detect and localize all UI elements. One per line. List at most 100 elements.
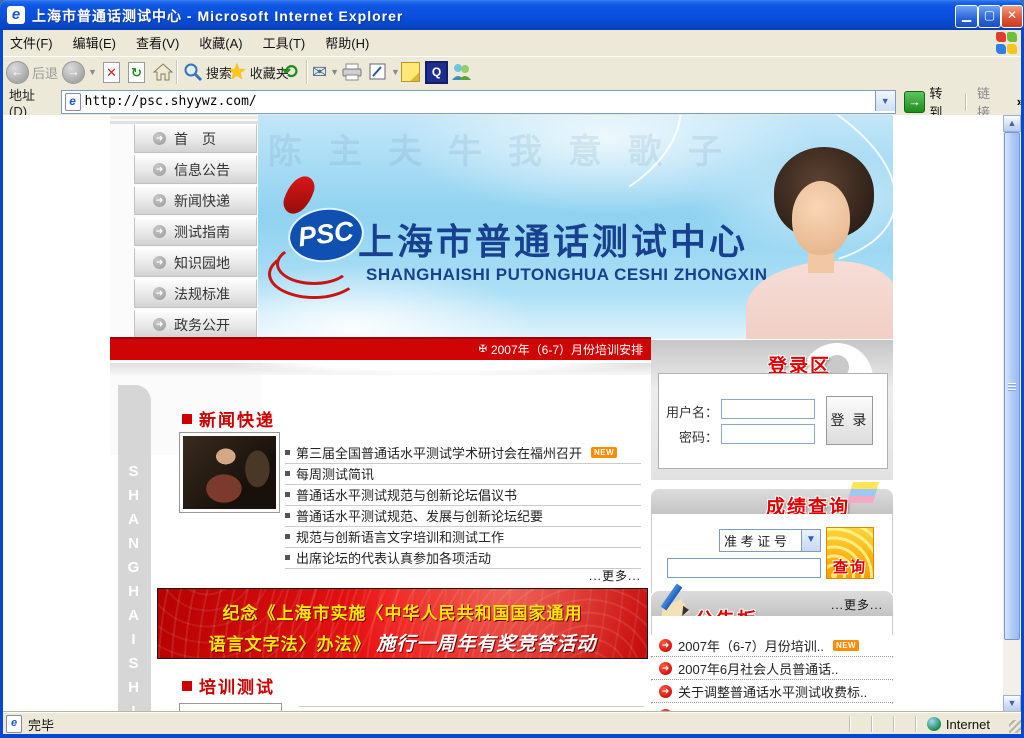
bulletin-item-link[interactable]: 关于调整普通话水平测试收费标.. [678,682,867,701]
campaign-line1: 纪念《上海市实施〈中华人民共和国国家通用 [158,599,647,624]
bullet-icon [285,471,290,476]
notice-text[interactable]: 2007年（6-7）月份培训安排 [491,341,643,358]
history-button[interactable]: ⟲ [282,58,298,86]
arrow-icon: ➜ [153,163,166,176]
news-item[interactable]: 普通话水平测试规范与创新论坛倡议书 [285,484,641,506]
print-button[interactable] [341,58,363,86]
notes-button[interactable] [401,58,420,86]
password-field[interactable] [721,424,815,444]
menu-tools[interactable]: 工具(T) [253,31,316,56]
username-field[interactable] [721,399,815,419]
news-item[interactable]: 普通话水平测试规范、发展与创新论坛纪要 [285,505,641,527]
sidebar-item-home[interactable]: ➜首 页 [134,124,257,153]
bulletin-item-link[interactable]: 2007年6月社会人员普通话.. [678,659,838,678]
print-icon [341,62,363,82]
mail-button[interactable]: ✉ ▼ [312,58,339,86]
sidebar-item-knowledge[interactable]: ➜知识园地 [134,248,257,277]
sidebar-item-regulations[interactable]: ➜ 法规标准 [134,279,257,308]
menu-help[interactable]: 帮助(H) [315,31,379,56]
bullet-icon [285,450,290,455]
news-more-link[interactable]: ...更多... [285,567,641,584]
news-item-link[interactable]: 出席论坛的代表认真参加各项活动 [296,548,491,567]
menu-edit[interactable]: 编辑(E) [63,31,126,56]
q-toolbar-button[interactable]: Q [425,58,448,86]
sidebar-item-news[interactable]: ➜新闻快递 [134,186,257,215]
maximize-button[interactable]: ▢ [978,5,1001,28]
news-item[interactable]: 出席论坛的代表认真参加各项活动 [285,547,641,569]
scroll-down-button[interactable]: ▼ [1003,695,1021,712]
sidebar-item-test-guide[interactable]: ➜测试指南 [134,217,257,246]
sidebar-item-announcements[interactable]: ➜信息公告 [134,155,257,184]
bulletin-item[interactable]: ➜2007年（6-7）月份培训..NEW [651,635,893,657]
news-item-link[interactable]: 规范与创新语言文字培训和测试工作 [296,527,504,546]
edit-icon [368,62,388,82]
site-banner: 陈主夫牛我意歌子 PSC 上海市普通话测试中心 SHANGHAISHI PUTO… [258,115,893,339]
back-button[interactable]: ← 后退 ▼ [6,58,70,86]
exam-id-input[interactable] [667,558,821,578]
news-item-link[interactable]: 每周测试简讯 [296,464,374,483]
mail-dropdown-icon[interactable]: ▼ [330,67,339,77]
vertical-scrollbar[interactable]: ▲ ▼ [1003,115,1021,712]
menu-favorites[interactable]: 收藏(A) [189,31,252,56]
address-label: 地址(D) [0,85,61,119]
address-dropdown-icon[interactable]: ▼ [875,91,895,111]
forward-dropdown-icon[interactable]: ▼ [88,67,97,77]
refresh-button[interactable]: ↻ [128,58,145,86]
bulletin-more-link[interactable]: ...更多... [763,596,883,613]
stop-button[interactable]: ✕ [103,58,120,86]
refresh-icon: ↻ [128,62,145,83]
sidebar-item-gov-affairs[interactable]: ➜政务公开 [134,310,257,339]
news-item[interactable]: 第三届全国普通话水平测试学术研讨会在福州召开 NEW [285,442,641,464]
bulletin-item[interactable]: ➜2007年6月社会人员普通话.. [651,658,893,680]
news-item-link[interactable]: 第三届全国普通话水平测试学术研讨会在福州召开 [296,443,582,462]
campaign-line2-highlight: 语言文字法〉办法》 [209,635,371,654]
campaign-banner[interactable]: 纪念《上海市实施〈中华人民共和国国家通用 语言文字法〉办法》 施行一周年有奖竞答… [157,588,648,659]
query-button[interactable]: 查询 [826,527,874,579]
messenger-button[interactable] [449,58,473,86]
bulletin-item[interactable]: ➜ [651,704,893,712]
home-button[interactable] [152,58,174,86]
forward-button[interactable]: → ▼ [62,58,97,86]
news-item[interactable]: 规范与创新语言文字培训和测试工作 [285,526,641,548]
edit-dropdown-icon[interactable]: ▼ [391,67,400,77]
new-badge: NEW [591,447,617,458]
chevron-down-icon[interactable]: ▼ [801,530,820,551]
arrow-icon: ➜ [153,287,166,300]
menu-view[interactable]: 查看(V) [126,31,189,56]
minimize-button[interactable]: ▁ [955,5,978,28]
sidebar-item-label: 新闻快递 [174,191,230,211]
ie-window-icon: e [7,6,25,24]
address-url[interactable]: http://psc.shyywz.com/ [85,94,257,109]
status-bar: e 完毕 Internet [0,712,1024,735]
people-icon [449,62,473,82]
login-button[interactable]: 登 录 [826,396,873,445]
search-button[interactable]: 搜索 [183,58,232,86]
notice-bar[interactable]: ✠ 2007年（6-7）月份培训安排 [110,337,651,360]
news-item-link[interactable]: 普通话水平测试规范、发展与创新论坛纪要 [296,506,543,525]
sidebar-item-label: 政务公开 [174,315,230,335]
banner-title: 上海市普通话测试中心 [358,213,748,265]
news-item-link[interactable]: 普通话水平测试规范与创新论坛倡议书 [296,485,517,504]
toolbar-divider [176,60,178,84]
news-item[interactable]: 每周测试简讯 [285,463,641,485]
edit-button[interactable]: ▼ [368,58,400,86]
address-input[interactable]: e http://psc.shyywz.com/ ▼ [61,90,896,114]
scroll-up-button[interactable]: ▲ [1003,115,1021,132]
bulletin-item-link[interactable]: 2007年（6-7）月份培训.. [678,636,824,655]
status-divider [871,716,873,732]
close-button[interactable]: ✕ [1001,5,1023,28]
scrollbar-thumb[interactable] [1004,132,1020,640]
campaign-line2: 语言文字法〉办法》 施行一周年有奖竞答活动 [158,629,647,656]
exam-id-select[interactable]: 准 考 证 号 ▼ [719,529,821,552]
vertical-site-name: SHANGHAISHI PUTONG [125,463,142,712]
news-photo-image [183,436,276,509]
status-divider [915,716,917,732]
arrow-icon: ➜ [153,225,166,238]
notice-icon: ✠ [479,344,487,355]
status-page-icon: e [6,715,22,733]
bulletin-item[interactable]: ➜关于调整普通话水平测试收费标.. [651,681,893,703]
menu-file[interactable]: 文件(F) [0,31,63,56]
favorites-button[interactable]: ★ 收藏夹 [227,58,289,86]
sidebar-item-label: 法规标准 [174,284,230,304]
status-zone: Internet [946,717,990,732]
